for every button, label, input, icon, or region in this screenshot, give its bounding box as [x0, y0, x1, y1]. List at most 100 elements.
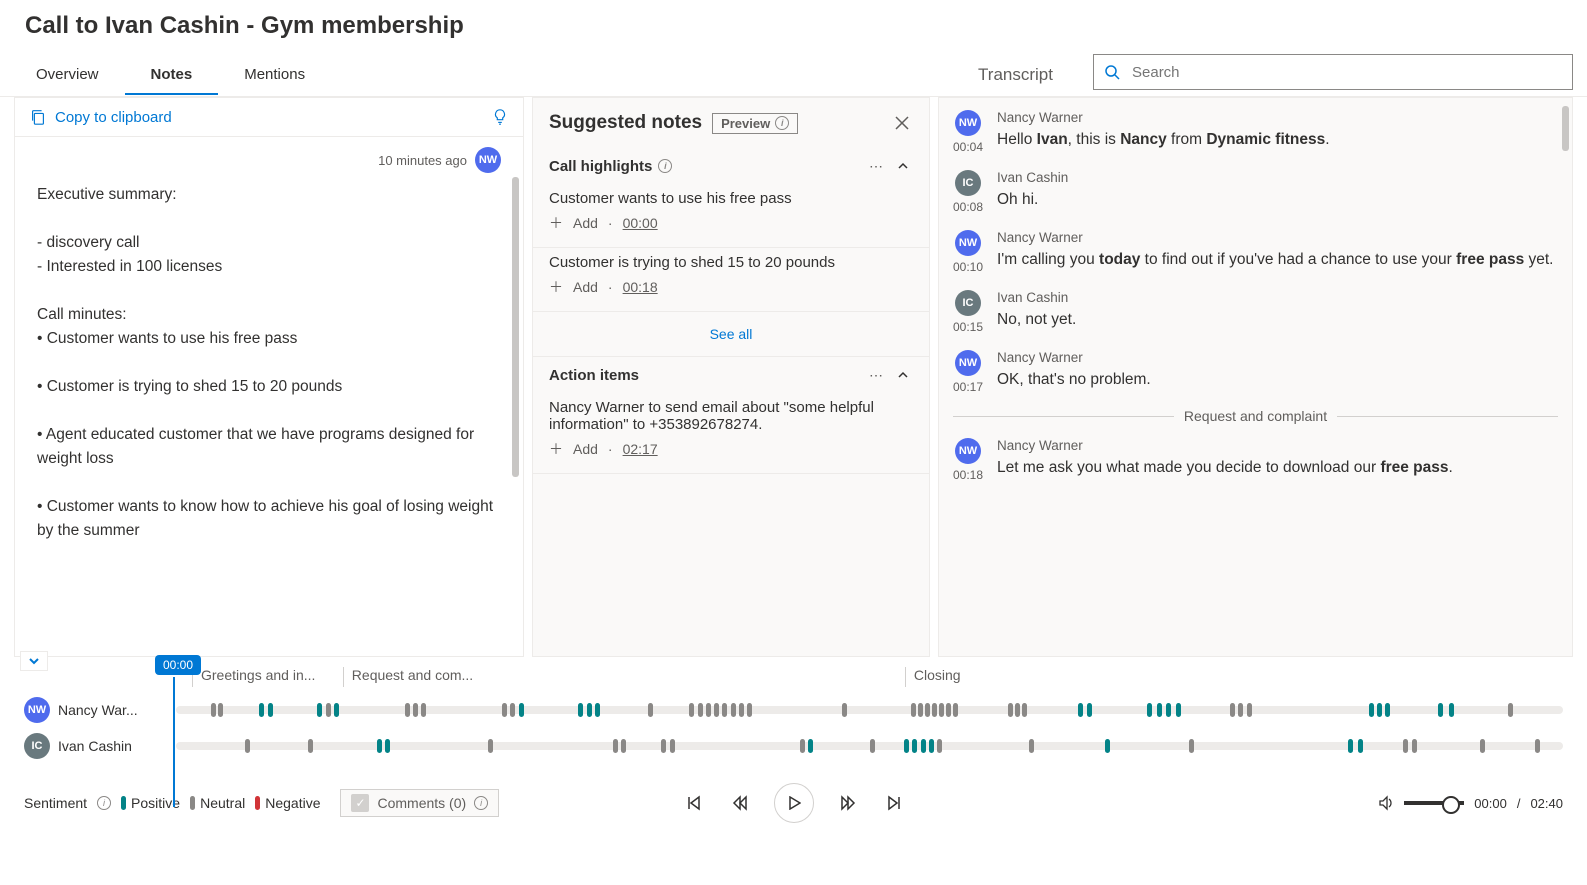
info-icon: i — [775, 116, 789, 130]
utterance-text: Hello Ivan, this is Nancy from Dynamic f… — [997, 129, 1558, 151]
rewind-icon[interactable] — [728, 791, 752, 815]
avatar: NW — [955, 230, 981, 256]
more-icon[interactable]: ⋯ — [859, 158, 893, 175]
timestamp: 00:17 — [953, 380, 983, 394]
scrollbar[interactable] — [512, 177, 519, 477]
suggested-item: Customer is trying to shed 15 to 20 poun… — [533, 248, 929, 312]
timeline-track: IC Ivan Cashin — [24, 733, 1563, 759]
legend-negative: Negative — [255, 795, 320, 811]
avatar: NW — [475, 147, 501, 173]
info-icon[interactable]: i — [97, 796, 111, 810]
lightbulb-icon[interactable] — [491, 108, 509, 126]
transcript-entry[interactable]: NW 00:10 Nancy Warner I'm calling you to… — [953, 222, 1558, 282]
playhead-badge[interactable]: 00:00 — [155, 655, 201, 675]
transcript-heading: Transcript — [968, 65, 1093, 85]
suggested-notes-panel: Suggested notes Preview i Call highlight… — [532, 97, 930, 657]
utterance-text: OK, that's no problem. — [997, 369, 1558, 391]
tab-mentions[interactable]: Mentions — [218, 56, 331, 95]
volume-slider[interactable] — [1404, 801, 1464, 805]
avatar: IC — [955, 290, 981, 316]
speaker-name: Nancy Warner — [997, 350, 1558, 365]
search-icon — [1104, 64, 1120, 80]
avatar: NW — [955, 438, 981, 464]
timeline: 00:00 Greetings and in...Request and com… — [0, 657, 1587, 779]
timestamp-link[interactable]: 00:18 — [623, 279, 658, 295]
add-icon[interactable]: ＋ — [549, 439, 563, 459]
action-items-title: Action items — [549, 367, 639, 384]
timestamp: 00:08 — [953, 200, 983, 214]
suggested-item: Customer wants to use his free pass ＋ Ad… — [533, 184, 929, 248]
comments-button[interactable]: ✓ Comments (0) i — [340, 789, 499, 817]
add-label[interactable]: Add — [573, 279, 598, 295]
add-label[interactable]: Add — [573, 441, 598, 457]
add-label[interactable]: Add — [573, 215, 598, 231]
note-timestamp: 10 minutes ago — [378, 153, 467, 168]
add-icon[interactable]: ＋ — [549, 213, 563, 233]
speaker-name: Nancy Warner — [997, 438, 1558, 453]
time-current: 00:00 — [1474, 796, 1507, 811]
transcript-entry[interactable]: IC 00:08 Ivan Cashin Oh hi. — [953, 162, 1558, 222]
timeline-bar[interactable] — [176, 706, 1563, 714]
utterance-text: Let me ask you what made you decide to d… — [997, 457, 1558, 479]
note-text[interactable]: Executive summary: - discovery call- Int… — [37, 183, 501, 567]
avatar: IC — [24, 733, 50, 759]
transcript-entry[interactable]: NW 00:17 Nancy Warner OK, that's no prob… — [953, 342, 1558, 402]
add-icon[interactable]: ＋ — [549, 277, 563, 297]
search-box[interactable] — [1093, 54, 1573, 90]
play-button[interactable] — [774, 783, 814, 823]
notes-panel: Copy to clipboard 10 minutes ago NW Exec… — [14, 97, 524, 657]
tab-overview[interactable]: Overview — [10, 56, 125, 95]
tab-notes[interactable]: Notes — [125, 56, 219, 95]
tab-blank[interactable] — [331, 56, 391, 95]
info-icon[interactable]: i — [658, 159, 672, 173]
close-icon[interactable] — [891, 112, 913, 134]
tab-bar: Overview Notes Mentions — [10, 56, 391, 95]
timestamp: 00:04 — [953, 140, 983, 154]
scrollbar[interactable] — [1562, 106, 1569, 151]
avatar: NW — [24, 697, 50, 723]
skip-start-icon[interactable] — [682, 791, 706, 815]
timestamp: 00:10 — [953, 260, 983, 274]
transcript-panel: NW 00:04 Nancy Warner Hello Ivan, this i… — [938, 97, 1573, 657]
track-name: Nancy War... — [58, 702, 138, 718]
skip-end-icon[interactable] — [882, 791, 906, 815]
call-highlights-title: Call highlights — [549, 158, 652, 175]
suggested-item: Nancy Warner to send email about "some h… — [533, 393, 929, 474]
utterance-text: I'm calling you today to find out if you… — [997, 249, 1558, 271]
speaker-name: Ivan Cashin — [997, 170, 1558, 185]
search-input[interactable] — [1130, 63, 1562, 82]
playhead-line[interactable] — [173, 677, 175, 807]
copy-to-clipboard-button[interactable]: Copy to clipboard — [29, 108, 172, 126]
sentiment-label: Sentiment — [24, 795, 87, 811]
track-name: Ivan Cashin — [58, 738, 132, 754]
transcript-divider: Request and complaint — [953, 408, 1558, 424]
copy-icon — [29, 108, 47, 126]
volume-icon[interactable] — [1378, 795, 1394, 811]
page-title: Call to Ivan Cashin - Gym membership — [25, 12, 1562, 40]
chevron-down-icon[interactable] — [20, 651, 48, 671]
see-all-link[interactable]: See all — [533, 312, 929, 357]
timeline-track: NW Nancy War... — [24, 697, 1563, 723]
transcript-entry[interactable]: IC 00:15 Ivan Cashin No, not yet. — [953, 282, 1558, 342]
time-total: 02:40 — [1530, 796, 1563, 811]
transcript-entry[interactable]: NW 00:04 Nancy Warner Hello Ivan, this i… — [953, 102, 1558, 162]
avatar: IC — [955, 170, 981, 196]
timestamp: 00:18 — [953, 468, 983, 482]
avatar: NW — [955, 110, 981, 136]
timestamp-link[interactable]: 02:17 — [623, 441, 658, 457]
transcript-entry[interactable]: NW 00:18 Nancy Warner Let me ask you wha… — [953, 430, 1558, 490]
timestamp-link[interactable]: 00:00 — [623, 215, 658, 231]
timestamp: 00:15 — [953, 320, 983, 334]
utterance-text: No, not yet. — [997, 309, 1558, 331]
timeline-section: Request and com... — [343, 667, 905, 687]
timeline-section: Closing — [905, 667, 1563, 687]
preview-badge: Preview i — [712, 113, 798, 134]
speaker-name: Nancy Warner — [997, 230, 1558, 245]
chevron-up-icon[interactable] — [893, 156, 913, 176]
avatar: NW — [955, 350, 981, 376]
timeline-bar[interactable] — [176, 742, 1563, 750]
legend-neutral: Neutral — [190, 795, 245, 811]
more-icon[interactable]: ⋯ — [859, 367, 893, 384]
chevron-up-icon[interactable] — [893, 365, 913, 385]
fast-forward-icon[interactable] — [836, 791, 860, 815]
